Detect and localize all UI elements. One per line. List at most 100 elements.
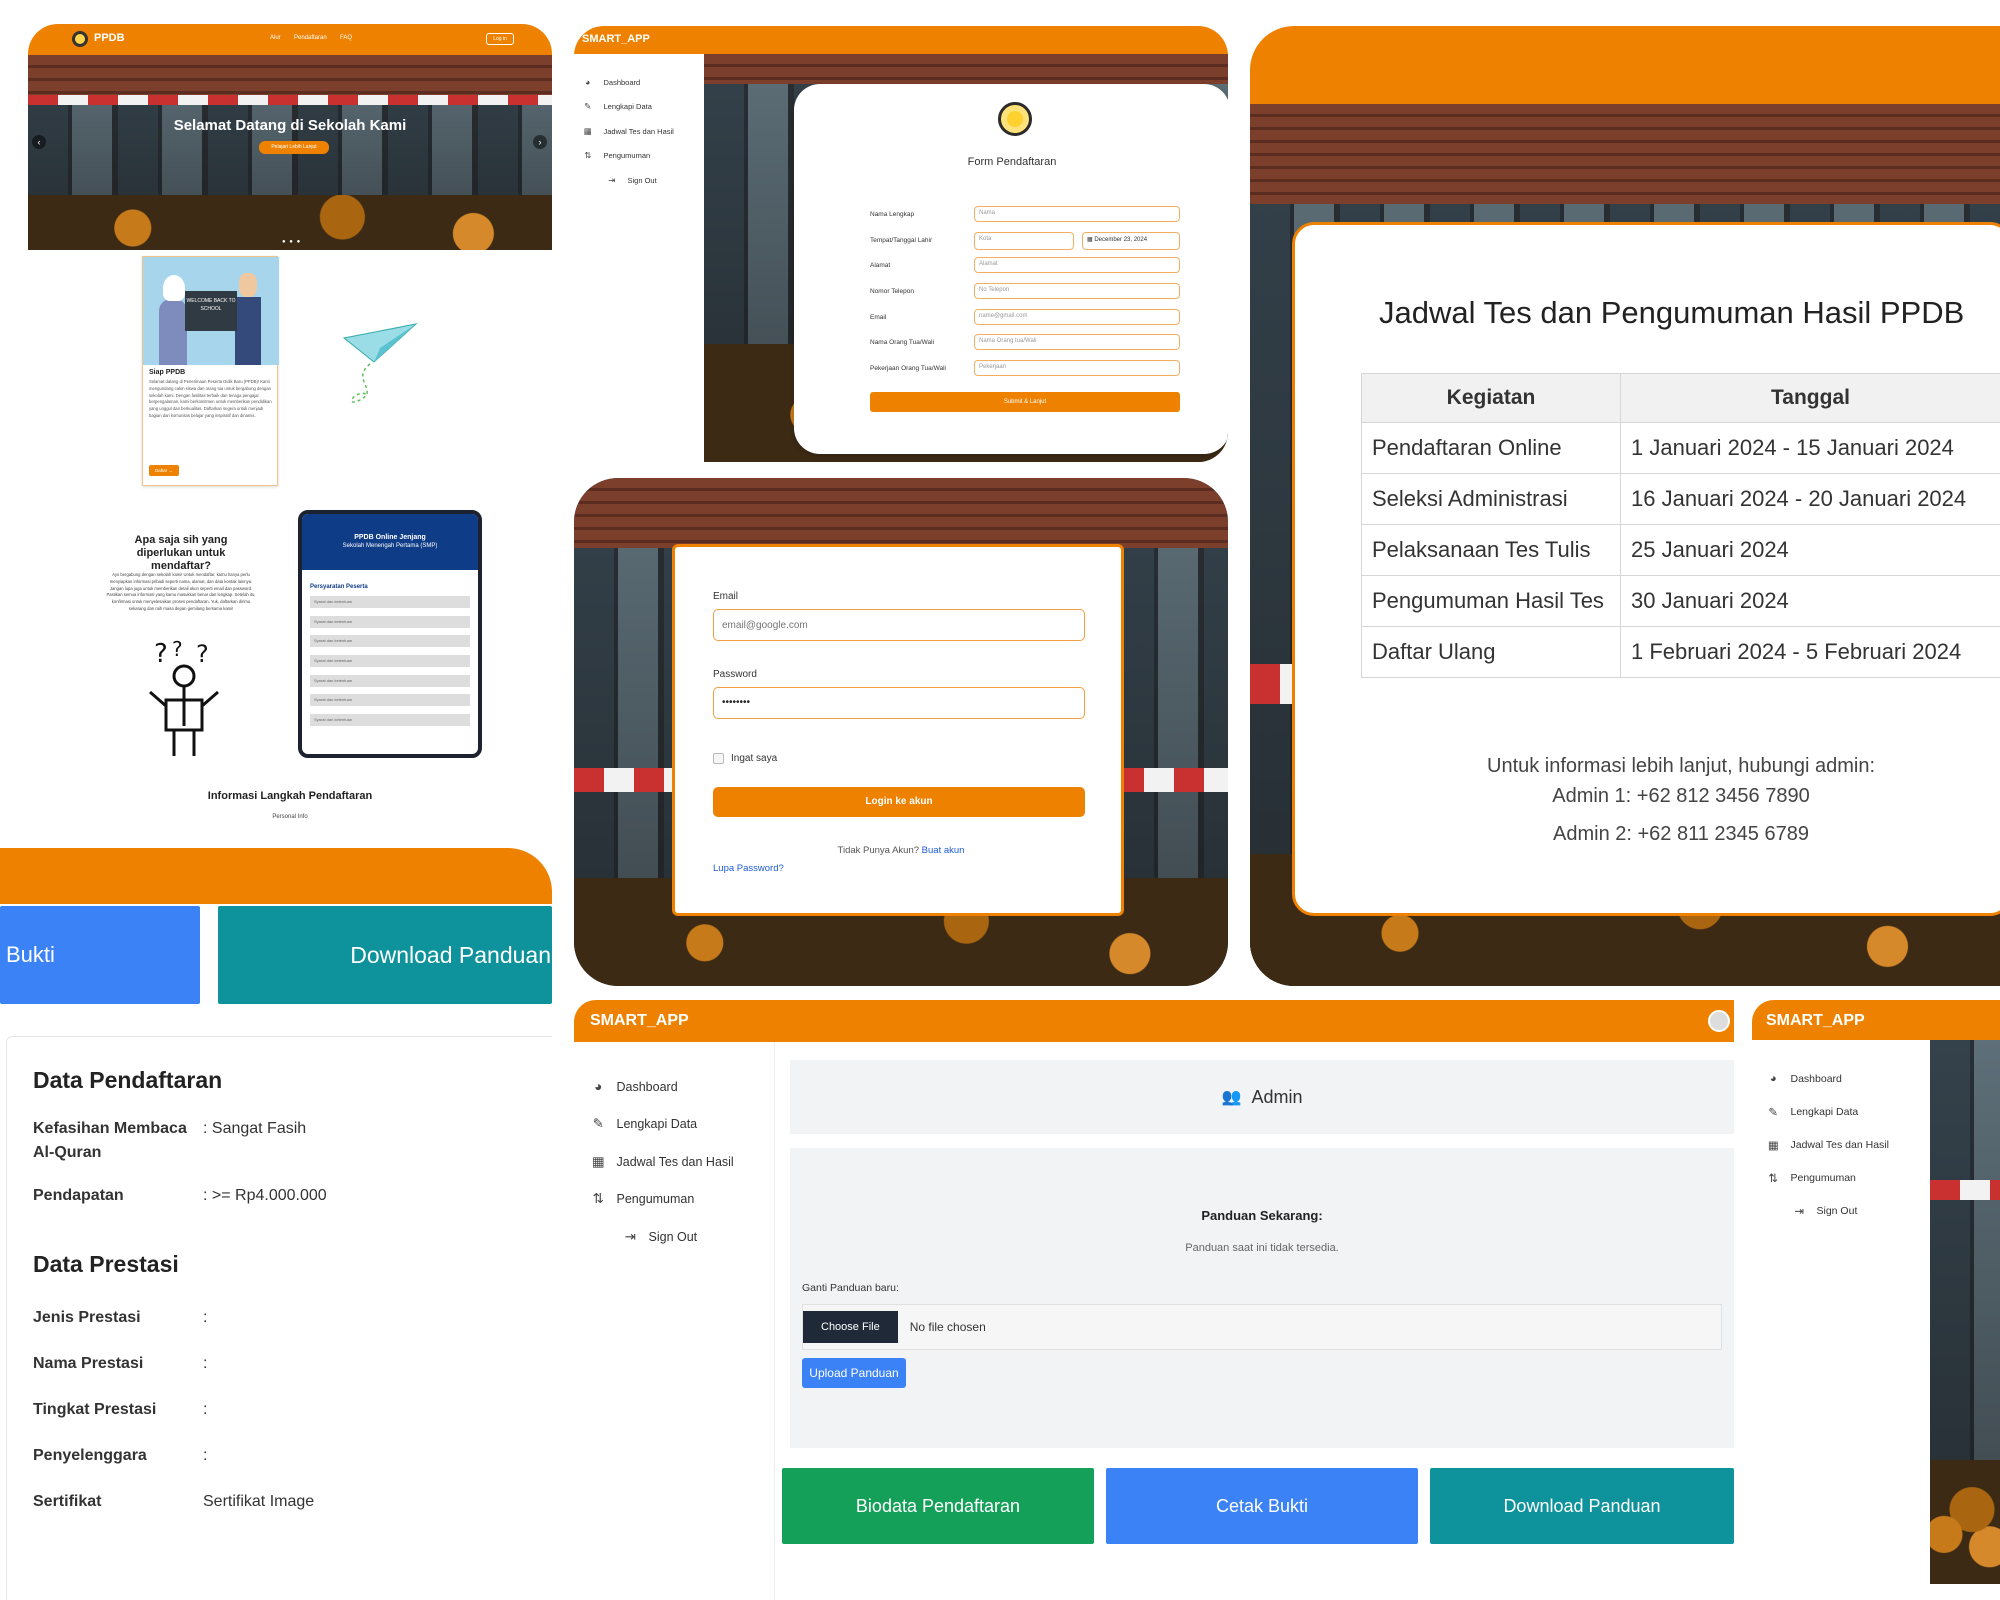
choose-file-button[interactable]: Choose File <box>803 1311 898 1343</box>
sidebar-item-sign-out[interactable]: ⇥ Sign Out <box>582 168 712 193</box>
file-input[interactable]: Choose File No file chosen <box>802 1304 1722 1350</box>
prestasi-value: : <box>203 1401 208 1418</box>
sidebar-item-jadwal-tes-dan-hasil[interactable]: ▦ Jadwal Tes dan Hasil <box>590 1143 790 1181</box>
sertifikat-image: Sertifikat Image <box>203 1493 315 1510</box>
login-button[interactable]: Login ke akun <box>713 787 1085 817</box>
upload-panduan-button[interactable]: Upload Panduan <box>802 1358 906 1388</box>
edit-icon: ✎ <box>584 101 592 112</box>
submit-lanjut-button[interactable]: Submit & Lanjut <box>870 392 1180 412</box>
form-label: Nomor Telepon <box>870 288 914 296</box>
sidebar-item-lengkapi-data[interactable]: ✎ Lengkapi Data <box>1766 1095 1936 1128</box>
password-label: Password <box>713 669 757 680</box>
sidebar-item-jadwal-tes-dan-hasil[interactable]: ▦ Jadwal Tes dan Hasil <box>1766 1128 1936 1161</box>
form-row: Alamat Alamat <box>870 257 1180 283</box>
calendar-icon: ▦ <box>1767 1139 1779 1152</box>
col-tanggal: Tanggal <box>1620 373 2000 423</box>
table-cell: Pendaftaran Online <box>1361 422 1621 474</box>
no-account-text: Tidak Punya Akun? <box>837 845 920 856</box>
birthdate-picker[interactable]: ▦ December 23, 2024 <box>1082 231 1180 250</box>
form-input[interactable]: name@gmail.com <box>974 308 1180 325</box>
sidebar-item-lengkapi-data[interactable]: ✎ Lengkapi Data <box>590 1106 790 1144</box>
side-brand[interactable]: SMART_APP <box>1766 1012 1865 1030</box>
logo-icon <box>72 31 88 47</box>
biodata-pendaftaran-button[interactable]: Biodata Pendaftaran <box>782 1468 1094 1544</box>
nav-alur[interactable]: Alur <box>270 35 281 41</box>
phone-requirement-item: Syarat dan ketentuan <box>310 596 470 608</box>
form-input[interactable]: Nama Orang tua/Wali <box>974 334 1180 351</box>
sidebar-item-label: Lengkapi Data <box>603 102 652 112</box>
cetak-bukti-button[interactable]: Bukti <box>0 906 200 1004</box>
hero-button[interactable]: Pelajari Lebih Lanjut <box>259 141 329 154</box>
sidebar-item-jadwal-tes-dan-hasil[interactable]: ▦ Jadwal Tes dan Hasil <box>582 119 712 144</box>
table-row: Seleksi Administrasi 16 Januari 2024 - 20… <box>1361 473 2000 525</box>
sidebar-item-pengumuman[interactable]: ⇅ Pengumuman <box>590 1181 790 1219</box>
form-input[interactable]: No Telepon <box>974 283 1180 300</box>
sidebar-item-label: Jadwal Tes dan Hasil <box>603 126 674 136</box>
ppdb-logo-text[interactable]: PPDB <box>94 32 125 44</box>
table-cell: Seleksi Administrasi <box>1361 473 1621 525</box>
form-label: Alamat <box>870 262 891 270</box>
sidebar-item-dashboard[interactable]: ◕ Dashboard <box>582 70 712 95</box>
nav-faq[interactable]: FAQ <box>340 35 352 41</box>
panduan-text: Panduan saat ini tidak tersedia. <box>1185 1242 1339 1254</box>
admin-sidebar: ◕ Dashboard ✎ Lengkapi Data ▦ Jadwal Tes dan … <box>590 1068 790 1256</box>
phone-requirement-item: Syarat dan ketentuan <box>310 635 470 648</box>
table-cell: 16 Januari 2024 - 20 Januari 2024 <box>1620 473 2000 525</box>
sidebar-item-pengumuman[interactable]: ⇅ Pengumuman <box>582 144 712 169</box>
remember-checkbox[interactable] <box>713 753 724 764</box>
form-input[interactable]: Alamat <box>974 257 1180 274</box>
hero-title: Selamat Datang di Sekolah Kami <box>173 117 407 134</box>
sidebar-item-dashboard[interactable]: ◕ Dashboard <box>1766 1062 1936 1095</box>
steps-title: Informasi Langkah Pendaftaran <box>207 790 373 802</box>
sidebar-item-lengkapi-data[interactable]: ✎ Lengkapi Data <box>582 95 712 120</box>
remember-label[interactable]: Ingat saya <box>731 753 777 764</box>
sign-out-icon: ⇥ <box>624 1228 636 1244</box>
sign-out-icon: ⇥ <box>608 174 616 185</box>
form-brand[interactable]: SMART_APP <box>582 33 650 45</box>
carousel-prev-icon[interactable]: ‹ <box>32 135 46 149</box>
label-kefasihan: Kefasihan Membaca Al-Quran <box>33 1120 187 1161</box>
nav-pendaftaran[interactable]: Pendaftaran <box>294 35 327 41</box>
users-icon: 👥 <box>1221 1089 1242 1106</box>
password-input[interactable]: •••••••• <box>713 687 1085 719</box>
form-label: Nama Orang Tua/Wali <box>870 339 935 347</box>
sidebar-item-pengumuman[interactable]: ⇅ Pengumuman <box>1766 1161 1936 1194</box>
form-input[interactable]: Pekerjaan <box>974 360 1180 377</box>
carousel-dots[interactable]: ● ● ● <box>282 239 301 245</box>
birthplace-input[interactable]: Kota <box>974 231 1074 250</box>
sidebar-item-dashboard[interactable]: ◕ Dashboard <box>590 1068 790 1106</box>
table-cell: Pengumuman Hasil Tes <box>1361 575 1621 627</box>
prestasi-label: Nama Prestasi <box>33 1355 144 1372</box>
sidebar-item-sign-out[interactable]: ⇥ Sign Out <box>590 1218 790 1256</box>
welcome-illustration: WELCOME BACK TO SCHOOL <box>143 257 279 365</box>
welcome-board: WELCOME BACK TO SCHOOL <box>185 291 237 331</box>
email-input[interactable] <box>713 609 1085 641</box>
ppdb-navbar: PPDB Alur Pendaftaran FAQ Log in <box>28 24 552 55</box>
carousel-next-icon[interactable]: › <box>533 135 547 149</box>
form-input[interactable]: Nama <box>974 206 1180 222</box>
ppdb-landing-panel: PPDB Alur Pendaftaran FAQ Log in Selamat… <box>28 24 552 820</box>
register-link[interactable]: Buat akun <box>922 845 965 856</box>
table-cell: 1 Januari 2024 - 15 Januari 2024 <box>1620 422 2000 474</box>
label-pendapatan: Pendapatan <box>33 1187 124 1204</box>
download-panduan-button[interactable]: Download Panduan <box>218 906 552 1004</box>
value-pendapatan: : >= Rp4.000.000 <box>203 1187 327 1204</box>
phone-requirement-list: Syarat dan ketentuan Syarat dan ketentuan… <box>310 596 470 734</box>
jadwal-card: Jadwal Tes dan Pengumuman Hasil PPDB Keg… <box>1292 222 2000 916</box>
admin-brand[interactable]: SMART_APP <box>590 1012 689 1030</box>
admin-panel: SMART_APP ◕ Dashboard ✎ Lengkapi Data ▦ Jadwa… <box>574 1000 1734 1600</box>
forgot-password-link[interactable]: Lupa Password? <box>713 863 784 874</box>
login-button[interactable]: Log in <box>486 33 514 45</box>
prestasi-row: Penyelenggara: <box>33 1447 533 1493</box>
daftar-button[interactable]: Daftar → <box>149 465 179 476</box>
svg-text:?: ? <box>154 640 168 669</box>
prestasi-row: Nama Prestasi: <box>33 1355 533 1401</box>
phone-mockup: PPDB Online Jenjang Sekolah Menengah Per… <box>298 510 482 758</box>
download-panduan-button[interactable]: Download Panduan <box>1430 1468 1734 1544</box>
table-cell: 1 Februari 2024 - 5 Februari 2024 <box>1620 626 2000 678</box>
sidebar-item-label: Sign Out <box>1816 1204 1858 1217</box>
cetak-bukti-button[interactable]: Cetak Bukti <box>1106 1468 1418 1544</box>
sidebar-item-sign-out[interactable]: ⇥ Sign Out <box>1766 1194 1936 1227</box>
avatar[interactable] <box>1708 1010 1730 1032</box>
edit-icon: ✎ <box>592 1116 604 1132</box>
